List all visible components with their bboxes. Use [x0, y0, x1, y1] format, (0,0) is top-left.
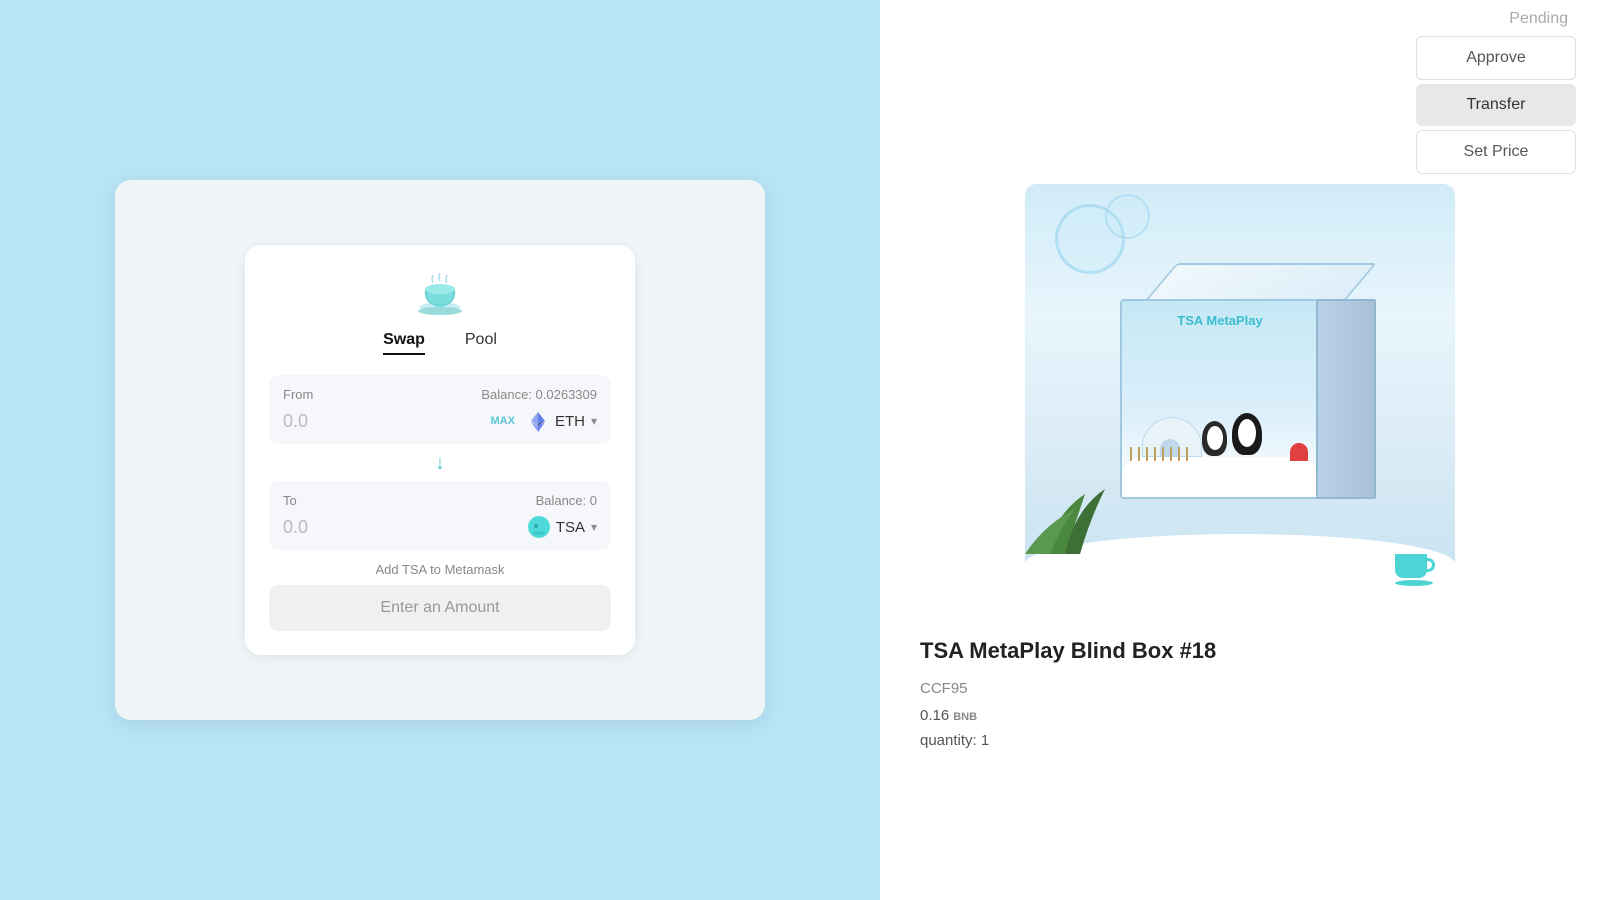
to-header: To Balance: 0 [283, 493, 597, 508]
nft-price-unit: BNB [953, 711, 977, 723]
box-front-face: TSA MetaPlay [1120, 299, 1320, 499]
nft-title: TSA MetaPlay Blind Box #18 [920, 638, 1560, 664]
set-price-button[interactable]: Set Price [1416, 130, 1576, 174]
from-balance: Balance: 0.0263309 [481, 387, 597, 402]
tsa-cup-corner [1395, 554, 1435, 594]
transfer-button[interactable]: Transfer [1416, 84, 1576, 126]
bubble-2 [1105, 194, 1150, 239]
nft-id: CCF95 [920, 680, 1560, 697]
to-token-selector[interactable]: TSA ▾ [528, 516, 597, 538]
to-token-name: TSA [556, 519, 585, 536]
from-token-name: ETH [555, 413, 585, 430]
approve-button[interactable]: Approve [1416, 36, 1576, 80]
max-button[interactable]: MAX [491, 415, 515, 427]
from-input-row: MAX ETH ▾ [283, 410, 597, 432]
to-section: To Balance: 0 TSA ▾ [269, 481, 611, 550]
swap-tabs: Swap Pool [269, 331, 611, 355]
swap-logo [269, 269, 611, 319]
enter-amount-button[interactable]: Enter an Amount [269, 585, 611, 631]
left-panel: Swap Pool From Balance: 0.0263309 MAX [0, 0, 880, 900]
swap-container: Swap Pool From Balance: 0.0263309 MAX [115, 180, 765, 720]
swap-card: Swap Pool From Balance: 0.0263309 MAX [245, 245, 635, 655]
nft-box: TSA MetaPlay [1100, 259, 1380, 539]
tsa-logo-icon [415, 269, 465, 319]
cup-body [1395, 554, 1427, 578]
cup-saucer [1395, 580, 1433, 586]
tsa-icon [528, 516, 550, 538]
nft-image-container: TSA MetaPlay [1025, 184, 1455, 614]
eth-icon [527, 410, 549, 432]
to-token-chevron[interactable]: ▾ [591, 520, 597, 534]
from-section: From Balance: 0.0263309 MAX [269, 375, 611, 444]
to-balance: Balance: 0 [536, 493, 597, 508]
swap-direction-arrow: ↓ [269, 452, 611, 475]
nft-price-value: 0.16 [920, 707, 949, 724]
to-label: To [283, 493, 297, 508]
nft-price-row: 0.16 BNB [920, 707, 1560, 724]
action-buttons-area: Pending Approve Transfer Set Price [880, 0, 1600, 184]
from-header: From Balance: 0.0263309 [283, 387, 597, 402]
from-token-chevron[interactable]: ▾ [591, 414, 597, 428]
nft-info: TSA MetaPlay Blind Box #18 CCF95 0.16 BN… [880, 638, 1600, 749]
from-label: From [283, 387, 313, 402]
from-token-selector[interactable]: MAX ETH ▾ [491, 410, 597, 432]
right-content: Pending Approve Transfer Set Price [880, 0, 1600, 789]
box-side-face [1316, 299, 1376, 499]
add-metamask-link[interactable]: Add TSA to Metamask [269, 562, 611, 577]
box-title-text: TSA MetaPlay [1177, 313, 1263, 330]
to-amount-input[interactable] [283, 517, 443, 538]
to-input-row: TSA ▾ [283, 516, 597, 538]
box-top-face [1143, 263, 1377, 303]
right-panel: Pending Approve Transfer Set Price [880, 0, 1600, 900]
nft-quantity: quantity: 1 [920, 732, 1560, 749]
tab-swap[interactable]: Swap [383, 331, 425, 355]
cup-handle [1425, 558, 1435, 572]
status-pending: Pending [1509, 10, 1576, 28]
nft-image-scene: TSA MetaPlay [1025, 184, 1455, 614]
from-amount-input[interactable] [283, 411, 443, 432]
tab-pool[interactable]: Pool [465, 331, 497, 355]
